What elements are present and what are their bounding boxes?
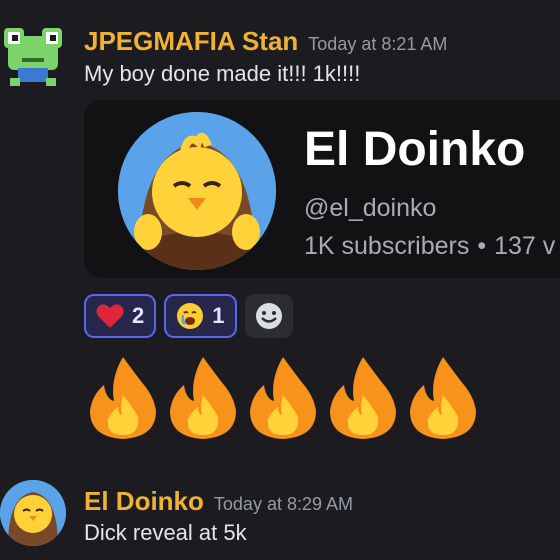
channel-avatar [118, 112, 276, 270]
chick-monk-icon [118, 112, 276, 270]
reaction-count: 1 [212, 303, 225, 328]
smiley-add-reaction-icon [255, 303, 282, 329]
frog-avatar-icon[interactable] [0, 22, 66, 88]
message-author[interactable]: JPEGMAFIA Stan [84, 26, 298, 56]
fire-icon [410, 357, 476, 439]
message-author[interactable]: El Doinko [84, 486, 204, 516]
reaction-heart[interactable]: 2 [84, 294, 157, 338]
message-text: Dick reveal at 5k [84, 520, 247, 545]
red-heart-icon [96, 304, 124, 328]
reaction-crying[interactable]: 1 [164, 294, 237, 338]
chick-avatar-icon[interactable] [0, 480, 66, 546]
message-timestamp: Today at 8:29 AM [213, 494, 353, 514]
fire-icon [90, 357, 156, 439]
reaction-bar: 2 1 [84, 294, 293, 338]
message-timestamp: Today at 8:21 AM [308, 34, 448, 54]
channel-stats: 1K subscribers • 137 v [304, 232, 555, 261]
crying-face-icon [177, 303, 204, 329]
message-text: My boy done made it!!! 1k!!!! [84, 61, 361, 86]
reaction-count: 2 [132, 303, 145, 328]
fire-emoji-row [84, 355, 482, 441]
fire-icon [250, 357, 316, 439]
stats-separator: • [477, 232, 487, 260]
channel-handle: @el_doinko [304, 194, 437, 222]
add-reaction-button[interactable] [244, 294, 293, 338]
channel-name[interactable]: El Doinko [304, 122, 525, 177]
fire-icon [330, 357, 396, 439]
video-count: 137 v [494, 232, 556, 260]
fire-icon [170, 357, 236, 439]
subscriber-count: 1K subscribers [304, 232, 470, 260]
youtube-channel-embed[interactable]: El Doinko @el_doinko 1K subscribers • 137 … [84, 100, 560, 278]
